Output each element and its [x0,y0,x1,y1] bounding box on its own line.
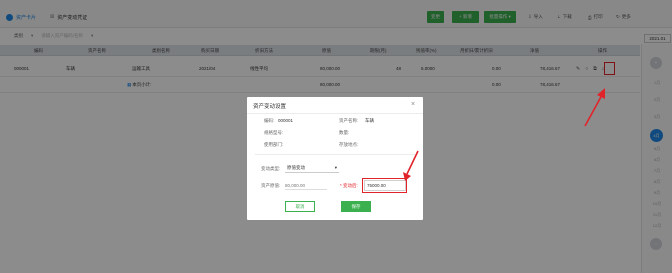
asset-name-value: 车辆 [365,118,374,123]
chevron-down-icon: ▾ [334,165,337,170]
cancel-button[interactable]: 取消 [285,201,315,212]
original-value-field[interactable]: 80,000.00 [285,181,327,190]
code-label: 编码: [264,118,275,123]
change-type-select[interactable]: 原值变动 ▾ [285,164,339,173]
change-type-value: 原值变动 [287,165,305,170]
new-value-label: * 变动后: [340,182,358,188]
location-label: 存放地点: [339,142,359,147]
change-type-label: 变动类型: [261,166,281,171]
spec-label: 规格型号: [264,130,284,135]
close-icon[interactable]: × [411,101,415,108]
asset-change-dialog: 资产变动设置 × 编码: 000001 资产名称: 车辆 规格型号: 数量: 使… [247,97,423,220]
quantity-label: 数量: [339,130,350,135]
save-button[interactable]: 保存 [341,201,371,212]
original-value-label: 资产原值: [261,183,281,188]
asset-name-label: 资产名称: [339,118,359,123]
highlight-box [362,178,407,193]
department-label: 使用部门: [264,142,284,147]
divider [247,113,423,114]
divider [255,154,415,155]
code-value: 000001 [278,118,294,123]
dialog-title: 资产变动设置 [253,104,287,110]
